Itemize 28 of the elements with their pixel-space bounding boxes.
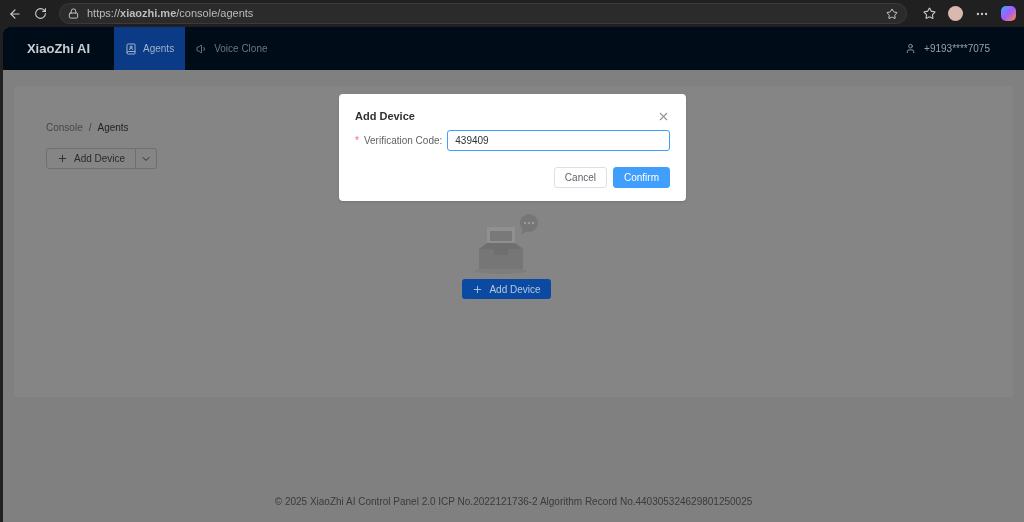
nav-tab[interactable]: Voice Clone xyxy=(185,27,279,70)
required-mark: * xyxy=(355,133,359,148)
favorites-icon[interactable] xyxy=(923,7,936,20)
url-text: https://xiaozhi.me/console/agents xyxy=(87,6,255,22)
plus-icon xyxy=(57,153,68,164)
field-label: Verification Code: xyxy=(363,133,443,148)
add-device-button[interactable]: Add Device xyxy=(46,148,137,169)
breadcrumb-item: Agents xyxy=(97,121,129,135)
user-icon xyxy=(905,43,917,54)
back-icon[interactable] xyxy=(8,6,22,21)
add-device-button[interactable]: Add Device xyxy=(462,279,551,299)
brand-title: XiaoZhi AI xyxy=(25,39,92,58)
confirm-button[interactable]: Confirm xyxy=(613,166,670,188)
breadcrumb-separator: / xyxy=(88,121,92,135)
plus-icon xyxy=(472,283,484,295)
star-icon[interactable] xyxy=(886,7,898,20)
dialog-title: Add Device xyxy=(355,109,415,124)
footer-text: © 2025 XiaoZhi AI Control Panel 2.0 ICP No.2022121736-2 Algorithm Record No.440305324629801250025 xyxy=(274,495,753,509)
user-phone[interactable]: +9193****7075 xyxy=(924,41,990,56)
profile-avatar[interactable] xyxy=(948,6,963,21)
cancel-button[interactable]: Cancel xyxy=(553,166,607,188)
verification-code-field[interactable]: 439409 xyxy=(447,129,670,151)
address-bar[interactable]: https://xiaozhi.me/console/agents xyxy=(59,3,907,24)
contact-book-icon xyxy=(125,42,137,55)
lock-icon xyxy=(68,8,79,19)
breadcrumb-item[interactable]: Console xyxy=(46,120,83,135)
reload-icon[interactable] xyxy=(34,7,47,20)
nav-tab[interactable]: Agents xyxy=(114,27,186,70)
